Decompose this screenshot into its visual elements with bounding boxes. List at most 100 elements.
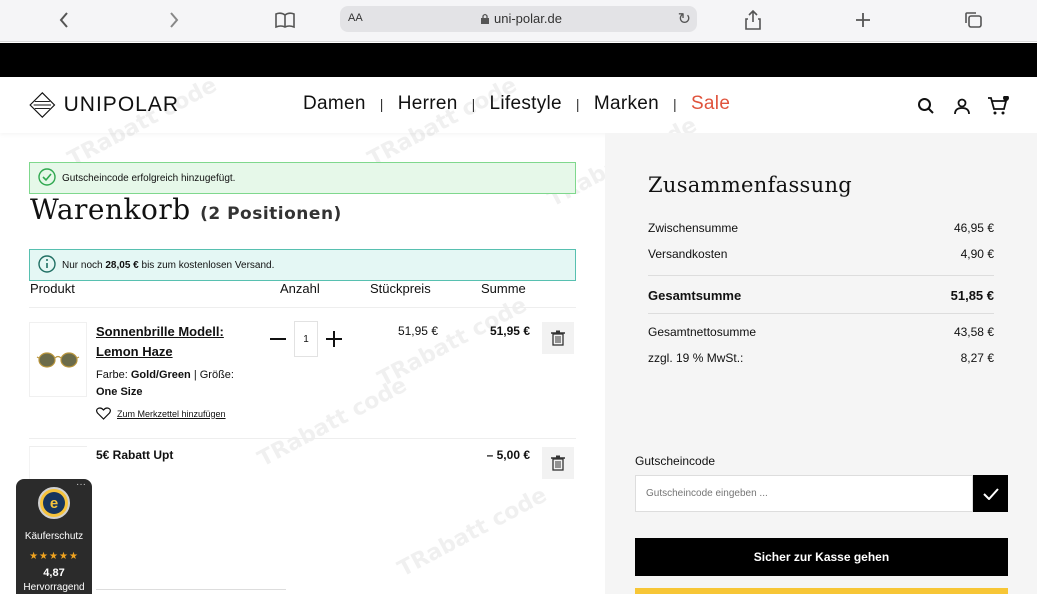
back-icon[interactable] bbox=[51, 8, 77, 32]
logo-icon bbox=[29, 92, 56, 118]
bookmarks-icon[interactable] bbox=[272, 8, 298, 32]
plus-icon bbox=[326, 331, 342, 347]
product-name-link[interactable]: Sonnenbrille Modell: Lemon Haze bbox=[96, 322, 236, 362]
text-size-button[interactable]: AA bbox=[348, 12, 363, 24]
trust-seal-letter: e bbox=[43, 492, 65, 514]
voucher-label: Gutscheincode bbox=[635, 454, 716, 468]
browser-toolbar: AA uni-polar.de ↻ bbox=[0, 0, 1037, 42]
reload-icon[interactable]: ↻ bbox=[678, 9, 691, 29]
nav-damen[interactable]: Damen bbox=[303, 93, 366, 115]
add-to-wishlist-link[interactable]: Zum Merkzettel hinzufügen bbox=[96, 407, 226, 420]
size-value: One Size bbox=[96, 386, 143, 398]
total-row: Gesamtsumme 51,85 € bbox=[648, 288, 994, 303]
divider bbox=[29, 307, 576, 308]
coupon-name: 5€ Rabatt Upt bbox=[96, 448, 174, 462]
divider bbox=[648, 313, 994, 314]
product-image[interactable] bbox=[29, 322, 87, 397]
increase-quantity-button[interactable] bbox=[323, 327, 345, 351]
vat-row: zzgl. 19 % MwSt.: 8,27 € bbox=[648, 351, 994, 365]
vat-label: zzgl. 19 % MwSt.: bbox=[648, 351, 744, 365]
product-attributes: Farbe: Gold/Green | Größe: One Size bbox=[96, 367, 246, 401]
logo-text: UNIPOLAR bbox=[63, 93, 179, 116]
net-value: 43,58 € bbox=[953, 325, 994, 339]
trash-icon bbox=[551, 330, 565, 346]
shipping-label: Versandkosten bbox=[648, 247, 728, 261]
shipping-row: Versandkosten 4,90 € bbox=[648, 247, 994, 261]
account-icon[interactable] bbox=[951, 95, 973, 117]
url-text: uni-polar.de bbox=[494, 11, 562, 26]
decrease-quantity-button[interactable] bbox=[267, 327, 289, 351]
nav-separator: | bbox=[471, 96, 476, 112]
main-nav: Damen | Herren | Lifestyle | Marken | Sa… bbox=[303, 93, 730, 115]
shipping-info-alert: Nur noch 28,05 € bis zum kostenlosen Ver… bbox=[29, 249, 576, 281]
trusted-shops-badge[interactable]: ··· e Käuferschutz ★★★★★ 4,87 Hervorrage… bbox=[16, 479, 92, 594]
page-title: Warenkorb (2 Positionen) bbox=[30, 193, 342, 226]
new-tab-icon[interactable] bbox=[850, 8, 876, 32]
column-unit-price: Stückpreis bbox=[370, 281, 431, 296]
site-header: UNIPOLAR Damen | Herren | Lifestyle | Ma… bbox=[0, 77, 1037, 133]
divider bbox=[648, 275, 994, 276]
check-circle-icon bbox=[38, 167, 56, 189]
color-value: Gold/Green bbox=[130, 369, 191, 381]
star-rating-icon: ★★★★★ bbox=[29, 551, 79, 562]
sunglasses-icon bbox=[36, 351, 80, 368]
subtotal-label: Zwischensumme bbox=[648, 221, 739, 235]
vat-value: 8,27 € bbox=[960, 351, 994, 365]
quantity-input[interactable]: 1 bbox=[294, 321, 318, 357]
success-alert: Gutscheincode erfolgreich hinzugefügt. bbox=[29, 162, 576, 194]
divider bbox=[29, 438, 576, 439]
net-label: Gesamtnettosumme bbox=[648, 325, 757, 339]
success-message: Gutscheincode erfolgreich hinzugefügt. bbox=[62, 172, 236, 184]
nav-marken[interactable]: Marken bbox=[594, 93, 659, 115]
cart-title: Warenkorb bbox=[30, 193, 191, 226]
check-icon bbox=[982, 487, 999, 500]
net-row: Gesamtnettosumme 43,58 € bbox=[648, 325, 994, 339]
trust-label: Käuferschutz bbox=[24, 531, 84, 542]
apply-voucher-button[interactable] bbox=[973, 475, 1008, 512]
watermark: TRabatt code bbox=[393, 482, 552, 583]
voucher-input[interactable] bbox=[635, 475, 973, 512]
color-label: Farbe: bbox=[96, 369, 128, 381]
nav-lifestyle[interactable]: Lifestyle bbox=[490, 93, 562, 115]
paypal-button[interactable] bbox=[635, 588, 1008, 594]
total-label: Gesamtsumme bbox=[648, 288, 742, 303]
checkout-button[interactable]: Sicher zur Kasse gehen bbox=[635, 538, 1008, 576]
info-icon bbox=[38, 254, 56, 276]
divider bbox=[96, 589, 286, 590]
cart-icon[interactable] bbox=[987, 95, 1009, 117]
shipping-value: 4,90 € bbox=[960, 247, 994, 261]
nav-herren[interactable]: Herren bbox=[398, 93, 458, 115]
minus-icon bbox=[270, 338, 286, 340]
nav-separator: | bbox=[673, 96, 677, 112]
remove-coupon-button[interactable] bbox=[542, 447, 574, 479]
promo-bar bbox=[0, 43, 1037, 77]
item-sum: 51,95 € bbox=[489, 324, 530, 338]
lock-icon bbox=[480, 12, 490, 24]
forward-icon[interactable] bbox=[161, 8, 187, 32]
wishlist-label: Zum Merkzettel hinzufügen bbox=[117, 408, 226, 419]
address-bar[interactable]: AA uni-polar.de ↻ bbox=[340, 6, 697, 32]
shipping-suffix: bis zum kostenlosen Versand. bbox=[141, 259, 275, 271]
header-icons bbox=[915, 95, 1009, 117]
trash-icon bbox=[551, 455, 565, 471]
nav-separator: | bbox=[379, 96, 384, 112]
nav-sale[interactable]: Sale bbox=[691, 93, 730, 115]
tabs-icon[interactable] bbox=[960, 8, 986, 32]
remove-item-button[interactable] bbox=[542, 322, 574, 354]
heart-icon bbox=[96, 407, 111, 420]
share-icon[interactable] bbox=[740, 8, 766, 32]
trust-verdict: Hervorragend bbox=[23, 582, 85, 593]
more-icon[interactable]: ··· bbox=[76, 479, 86, 490]
column-product: Produkt bbox=[30, 281, 75, 296]
search-icon[interactable] bbox=[915, 95, 937, 117]
watermark: TRabatt code bbox=[253, 372, 412, 473]
summary-title: Zusammenfassung bbox=[648, 173, 853, 197]
shipping-prefix: Nur noch bbox=[62, 259, 103, 271]
coupon-value: – 5,00 € bbox=[486, 448, 530, 462]
shipping-amount: 28,05 € bbox=[105, 259, 139, 271]
nav-separator: | bbox=[575, 96, 580, 112]
logo[interactable]: UNIPOLAR bbox=[29, 81, 179, 129]
trust-seal-icon: e bbox=[38, 487, 70, 519]
size-label: | Größe: bbox=[193, 369, 234, 381]
item-unit-price: 51,95 € bbox=[397, 324, 438, 338]
